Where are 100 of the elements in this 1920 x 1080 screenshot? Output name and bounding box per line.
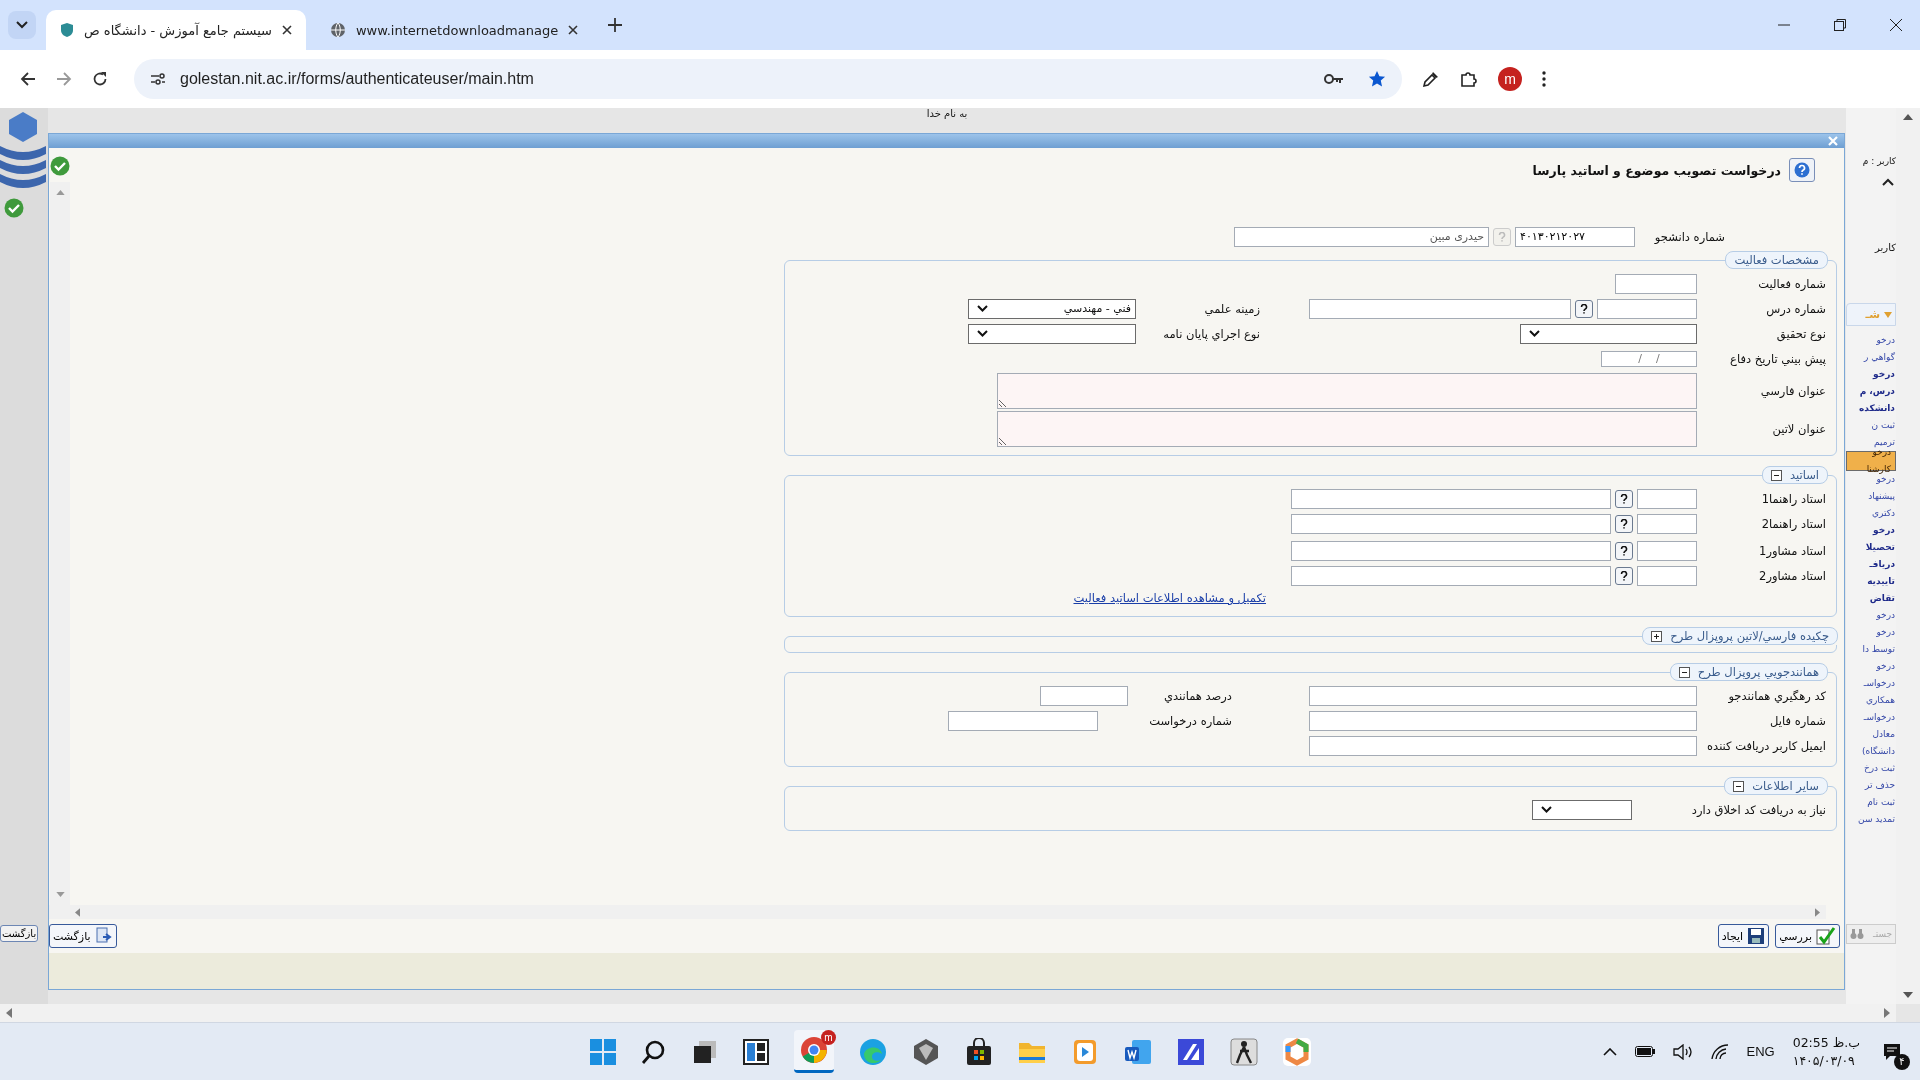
section-header[interactable]: همانندجويي پروپزال طرح — [1669, 663, 1828, 681]
checkmark-icon — [1816, 927, 1836, 945]
text-field[interactable] — [1615, 273, 1697, 294]
check-button[interactable]: بررسي — [1775, 924, 1840, 948]
eyedropper-icon[interactable] — [1422, 70, 1440, 88]
menu-item[interactable]: درخو درس، م دانشکده — [1846, 366, 1896, 417]
text-field[interactable] — [1309, 298, 1571, 319]
address-bar[interactable]: golestan.nit.ac.ir/forms/authenticateuser/main.htm — [134, 59, 1402, 99]
text-field[interactable] — [1309, 685, 1697, 706]
reload-icon[interactable] — [92, 71, 108, 87]
back-button[interactable]: بازگشت — [0, 925, 39, 942]
dropdown[interactable] — [1520, 323, 1697, 344]
dropdown[interactable] — [1532, 799, 1632, 820]
media-player-icon[interactable] — [1071, 1037, 1099, 1066]
shopping-bag-icon[interactable] — [965, 1037, 993, 1066]
menu-item[interactable]: درخو توسط دا — [1846, 624, 1896, 658]
language-indicator[interactable]: ENG — [1746, 1044, 1775, 1059]
puzzle-icon[interactable] — [1460, 70, 1478, 88]
scroll-right-icon[interactable] — [1884, 1008, 1890, 1018]
wifi-icon[interactable] — [1710, 1043, 1729, 1060]
speaker-icon[interactable] — [1672, 1043, 1693, 1060]
tab-list-button[interactable] — [8, 11, 36, 39]
help-button[interactable] — [1789, 158, 1815, 182]
menu-item[interactable]: درخو — [1846, 607, 1896, 624]
text-field[interactable] — [1309, 710, 1697, 731]
key-icon[interactable] — [1324, 73, 1344, 85]
collapse-icon[interactable] — [1733, 780, 1745, 792]
restore-icon[interactable] — [1834, 19, 1846, 31]
chevron-up-icon[interactable] — [1602, 1047, 1617, 1056]
text-field[interactable] — [1291, 488, 1611, 509]
text-field[interactable] — [1637, 488, 1697, 509]
expand-icon[interactable] — [1651, 630, 1663, 642]
site-settings-icon[interactable] — [150, 72, 166, 86]
text-field[interactable]: حيدری مبين — [1234, 226, 1489, 247]
menu-item[interactable]: دريافـ تاييديه — [1846, 556, 1896, 590]
collapse-icon[interactable] — [1678, 666, 1690, 678]
menu-item[interactable]: درخو گواهي ر — [1846, 332, 1896, 366]
figure-icon[interactable] — [1230, 1037, 1258, 1066]
lookup-button[interactable] — [1615, 514, 1633, 533]
back-arrow-icon[interactable] — [20, 71, 36, 87]
professors-info-link[interactable]: تکميل و مشاهده اطلاعات اساتيد فعاليت — [1073, 591, 1266, 605]
menu-item[interactable]: ترميم — [1846, 434, 1896, 451]
lookup-button[interactable] — [1615, 489, 1633, 508]
task-view-icon[interactable] — [692, 1038, 718, 1065]
text-field[interactable] — [1597, 298, 1697, 319]
text-field[interactable] — [948, 710, 1098, 731]
notification-icon[interactable] — [1882, 1041, 1902, 1062]
profile-avatar[interactable]: m — [1498, 67, 1522, 91]
collapse-up-icon[interactable] — [1882, 176, 1894, 188]
text-field[interactable] — [1309, 735, 1697, 756]
text-field[interactable] — [1291, 565, 1611, 586]
forward-arrow-icon[interactable] — [56, 71, 72, 87]
cube-icon[interactable] — [912, 1037, 940, 1066]
menu-item[interactable]: معادل دانشگاه) ثبت درخ حذف تر ثبت نام تمديد سن — [1846, 726, 1896, 828]
browser-tab[interactable]: سيستم جامع آموزش - دانشگاه ص — [46, 10, 306, 50]
text-field[interactable] — [1637, 540, 1697, 561]
date-field[interactable]: / / — [1601, 350, 1697, 367]
search-icon[interactable] — [641, 1038, 667, 1065]
section-header[interactable]: اساتيد — [1761, 466, 1828, 484]
scroll-left-icon[interactable] — [6, 1008, 12, 1018]
more-menu-icon[interactable] — [1542, 71, 1546, 87]
close-icon[interactable] — [568, 25, 579, 35]
app-icon[interactable] — [1177, 1037, 1205, 1066]
collapse-icon[interactable] — [1770, 469, 1782, 481]
new-tab-icon[interactable] — [608, 18, 623, 32]
hexagon-icon[interactable] — [1283, 1037, 1311, 1066]
menu-item[interactable]: ثبت ن — [1846, 417, 1896, 434]
dropdown[interactable] — [968, 323, 1136, 344]
lookup-button[interactable] — [1615, 541, 1633, 560]
section-header[interactable]: ساير اطلاعات — [1724, 777, 1828, 795]
clock[interactable]: ب.ظ 02:55 ۱۴۰۵/۰۳/۰۹ — [1792, 1033, 1860, 1070]
text-field[interactable] — [1637, 513, 1697, 534]
battery-icon[interactable] — [1634, 1046, 1655, 1057]
scroll-up-icon[interactable] — [1903, 114, 1913, 120]
text-field[interactable] — [1040, 685, 1128, 706]
back-button[interactable]: بازگشت — [49, 924, 117, 948]
star-icon[interactable] — [1368, 70, 1386, 88]
menu-item[interactable]: درخو درخواسـ همکاري درخواسـ — [1846, 658, 1896, 726]
menu-item[interactable]: درخو تحصيلا — [1846, 522, 1896, 556]
windows-logo-icon[interactable] — [590, 1038, 616, 1065]
text-field[interactable] — [1291, 513, 1611, 534]
document-icon[interactable] — [1124, 1037, 1152, 1066]
menu-item[interactable]: تقاض — [1846, 590, 1896, 607]
text-field[interactable] — [1291, 540, 1611, 561]
dropdown[interactable]: فني - مهندسي — [968, 298, 1136, 319]
close-icon[interactable] — [281, 25, 292, 35]
widgets-icon[interactable] — [743, 1038, 769, 1065]
section-header[interactable]: مشخصات فعاليت — [1725, 251, 1828, 269]
text-field[interactable]: ۴۰۱۳۰۲۱۲۰۲۷ — [1515, 226, 1635, 247]
create-button[interactable]: ايجاد — [1717, 924, 1770, 948]
lookup-button[interactable] — [1575, 299, 1593, 318]
scroll-left-icon[interactable] — [75, 907, 80, 917]
scroll-right-icon[interactable] — [1815, 907, 1820, 917]
lookup-button[interactable] — [1615, 566, 1633, 585]
close-icon[interactable] — [1890, 19, 1902, 31]
scroll-down-icon[interactable] — [1903, 992, 1913, 998]
section-title: چکيده فارسي/لاتين پروپزال طرح — [1670, 629, 1829, 643]
section-header[interactable]: چکيده فارسي/لاتين پروپزال طرح — [1642, 627, 1838, 645]
text-field[interactable] — [1637, 565, 1697, 586]
browser-tab[interactable]: www.internetdownloadmanage — [315, 10, 593, 50]
